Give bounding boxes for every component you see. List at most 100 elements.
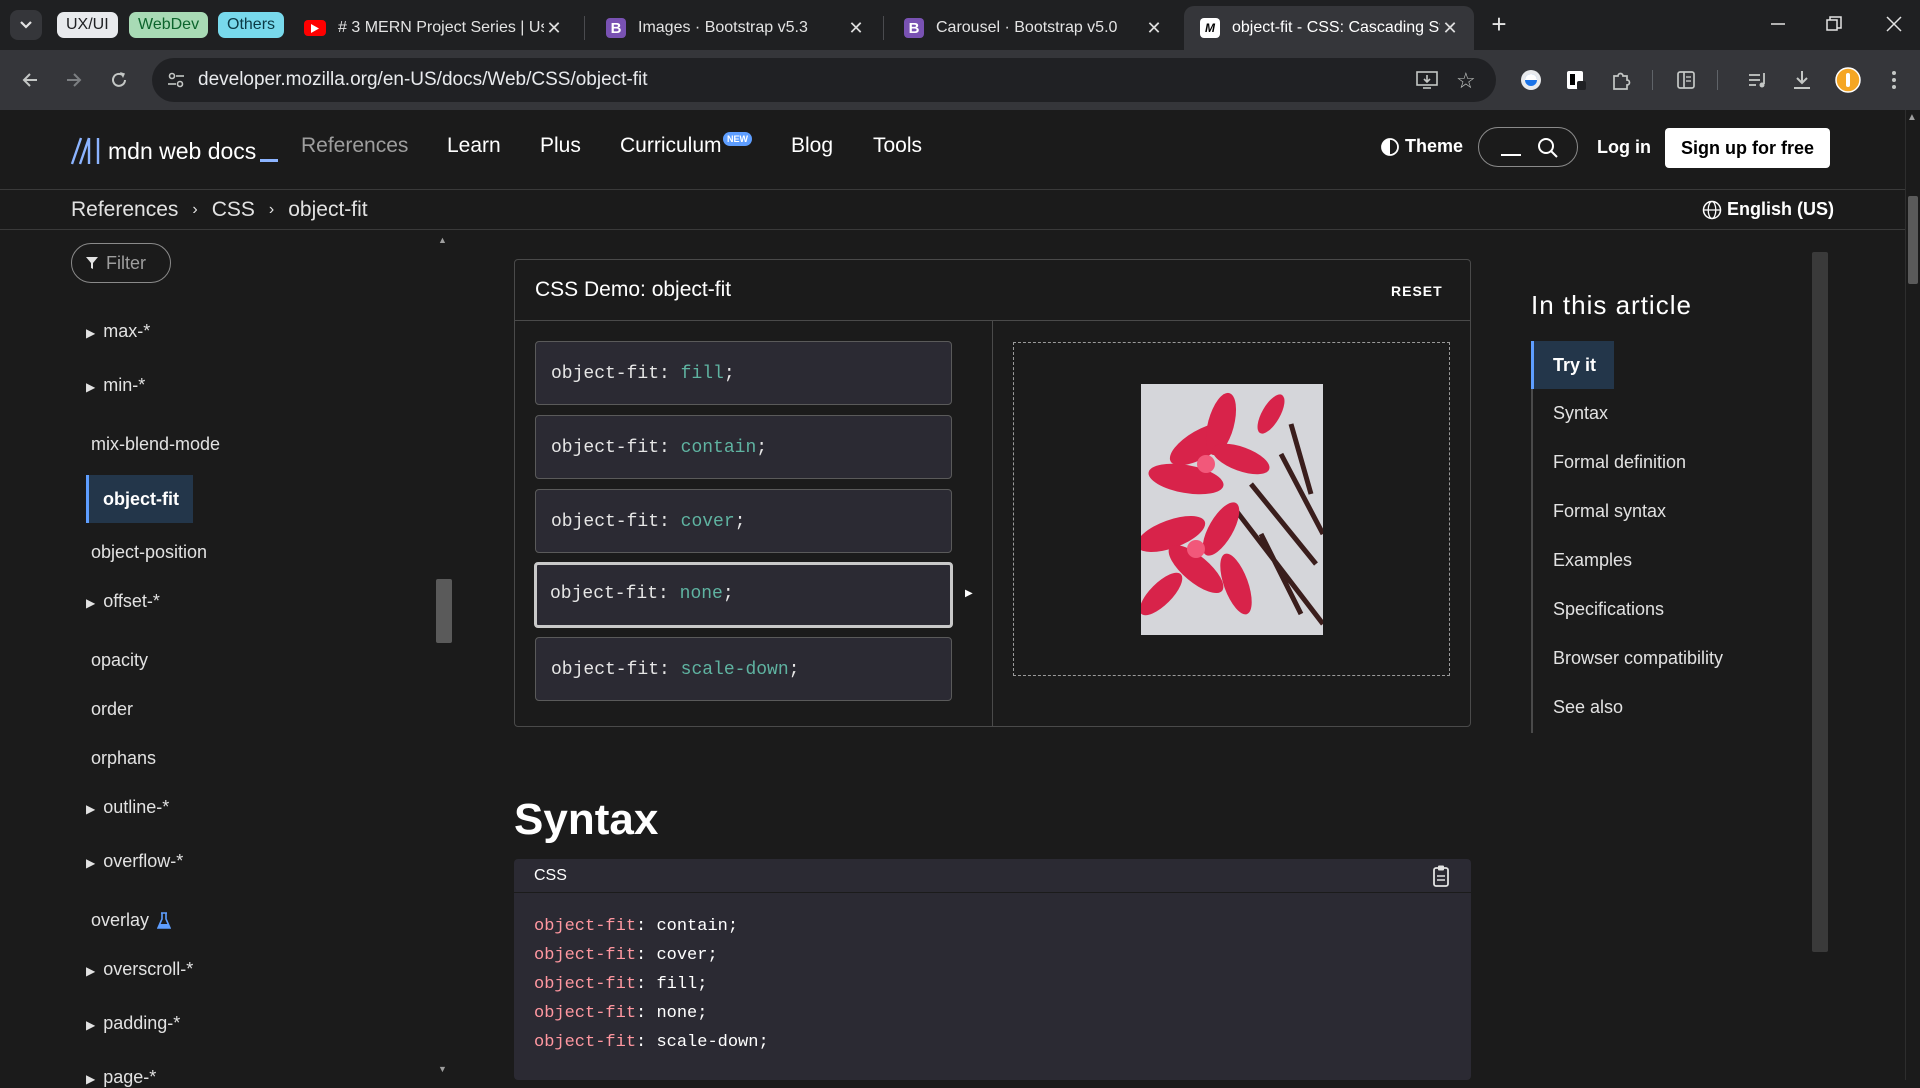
- minimize-button[interactable]: [1768, 14, 1788, 34]
- install-app-icon[interactable]: [1416, 70, 1438, 90]
- sidebar-item-offset[interactable]: ▶ offset-*: [86, 591, 160, 612]
- chevron-down-icon: [20, 21, 32, 29]
- selected-indicator-icon: ▶: [965, 588, 973, 599]
- close-icon[interactable]: ✕: [1440, 18, 1460, 39]
- choice-value: contain: [680, 438, 757, 458]
- toc-item-try-it[interactable]: Try it: [1531, 341, 1614, 389]
- interactive-demo: CSS Demo: object-fit RESET object-fit: f…: [514, 259, 1471, 727]
- nav-blog[interactable]: Blog: [791, 134, 833, 158]
- toc-scrollbar[interactable]: [1812, 252, 1828, 952]
- sidebar-item-opacity[interactable]: opacity: [91, 650, 148, 671]
- sidebar-scroll-up-icon[interactable]: ▲: [438, 235, 447, 245]
- bootstrap-icon: B: [904, 18, 924, 38]
- downloads-icon[interactable]: [1786, 64, 1818, 96]
- tab-bootstrap-carousel[interactable]: B Carousel · Bootstrap v5.0 ✕: [888, 6, 1178, 50]
- breadcrumb-references[interactable]: References: [71, 198, 178, 222]
- sidebar-item-orphans[interactable]: orphans: [91, 748, 156, 769]
- extension-circle-icon[interactable]: [1515, 64, 1547, 96]
- page-scrollbar-thumb[interactable]: [1908, 196, 1918, 284]
- tab-mdn-object-fit[interactable]: M object-fit - CSS: Cascading Style ✕: [1184, 6, 1474, 50]
- search-shortcut: [1501, 154, 1521, 156]
- sidebar-scrollbar-thumb[interactable]: [436, 579, 452, 643]
- reading-list-icon[interactable]: [1670, 64, 1702, 96]
- sidebar-item-padding[interactable]: ▶ padding-*: [86, 1013, 180, 1034]
- close-window-button[interactable]: [1884, 14, 1904, 34]
- close-icon[interactable]: ✕: [846, 18, 866, 39]
- tab-group-others[interactable]: Others: [218, 12, 285, 38]
- sidebar-item-overlay[interactable]: overlay: [91, 910, 172, 931]
- caret-right-icon: ▶: [86, 596, 96, 610]
- tab-bootstrap-images[interactable]: B Images · Bootstrap v5.3 ✕: [590, 6, 880, 50]
- close-icon[interactable]: ✕: [544, 18, 564, 39]
- toc-item-examples[interactable]: Examples: [1553, 550, 1632, 571]
- toc-item-formal-definition[interactable]: Formal definition: [1553, 452, 1686, 473]
- tab-search-button[interactable]: [10, 10, 42, 40]
- language-selector[interactable]: English (US): [1702, 199, 1834, 220]
- nav-tools[interactable]: Tools: [873, 134, 922, 158]
- theme-toggle[interactable]: Theme: [1380, 136, 1463, 157]
- sidebar-item-order[interactable]: order: [91, 699, 133, 720]
- code-line: object-fit: contain;: [534, 917, 739, 936]
- address-bar[interactable]: developer.mozilla.org/en-US/docs/Web/CSS…: [152, 58, 1496, 102]
- toc-item-browser-compatibility[interactable]: Browser compatibility: [1553, 648, 1723, 669]
- back-arrow-icon[interactable]: [14, 64, 46, 96]
- sidebar-item-overflow[interactable]: ▶ overflow-*: [86, 851, 183, 872]
- choice-value: scale-down: [680, 660, 789, 680]
- page-scroll-up-icon[interactable]: ▲: [1907, 112, 1917, 123]
- tab-group-uxui[interactable]: UX/UI: [57, 12, 118, 38]
- login-link[interactable]: Log in: [1597, 137, 1651, 158]
- choice-cover[interactable]: object-fit: cover;: [535, 489, 952, 553]
- choice-contain[interactable]: object-fit: contain;: [535, 415, 952, 479]
- sidebar-item-page[interactable]: ▶ page-*: [86, 1067, 156, 1088]
- nav-references[interactable]: References: [301, 134, 408, 158]
- new-tab-button[interactable]: +: [1484, 10, 1514, 40]
- caret-right-icon: ▶: [86, 802, 96, 816]
- toc-item-see-also[interactable]: See also: [1553, 697, 1623, 718]
- profile-avatar-icon[interactable]: [1832, 64, 1864, 96]
- logo-cursor: [260, 158, 279, 162]
- sidebar-item-object-position[interactable]: object-position: [91, 542, 207, 563]
- nav-learn[interactable]: Learn: [447, 134, 501, 158]
- site-search-button[interactable]: [1478, 127, 1578, 167]
- choice-none-selected[interactable]: object-fit: none;: [534, 562, 953, 628]
- sidebar-scroll-down-icon[interactable]: ▼: [438, 1064, 447, 1074]
- code-property: object-fit: [534, 917, 637, 936]
- extensions-puzzle-icon[interactable]: [1605, 64, 1637, 96]
- toc-item-syntax[interactable]: Syntax: [1553, 403, 1608, 424]
- bookmark-star-icon[interactable]: ☆: [1456, 68, 1476, 94]
- breadcrumb-css[interactable]: CSS: [212, 198, 255, 222]
- filter-input[interactable]: Filter: [71, 243, 171, 283]
- tab-youtube[interactable]: # 3 MERN Project Series | Using ✕: [288, 6, 578, 50]
- tab-group-webdev[interactable]: WebDev: [129, 12, 209, 38]
- signup-button[interactable]: Sign up for free: [1665, 128, 1830, 168]
- choice-fill[interactable]: object-fit: fill;: [535, 341, 952, 405]
- sidebar-item-max[interactable]: ▶ max-*: [86, 321, 150, 342]
- toc-rail: [1531, 341, 1533, 733]
- restore-button[interactable]: [1824, 14, 1844, 34]
- breadcrumb: References › CSS › object-fit English (U…: [0, 190, 1905, 230]
- reset-button[interactable]: RESET: [1391, 283, 1443, 299]
- site-info-icon[interactable]: [166, 70, 186, 90]
- toc-item-specifications[interactable]: Specifications: [1553, 599, 1664, 620]
- sidebar-item-outline[interactable]: ▶ outline-*: [86, 797, 169, 818]
- copy-code-icon[interactable]: [1429, 864, 1451, 888]
- nav-plus[interactable]: Plus: [540, 134, 581, 158]
- mdn-logo[interactable]: mdn web docs: [70, 134, 279, 168]
- code-line: object-fit: fill;: [534, 975, 708, 994]
- mdn-logo-icon: [70, 137, 100, 165]
- sidebar: Filter ▲ ▶ max-* ▶ min-* mix-blend-mode ob…: [0, 231, 460, 1087]
- sidebar-item-mix-blend-mode[interactable]: mix-blend-mode: [91, 434, 220, 455]
- site-header: mdn web docs References Learn Plus Curri…: [0, 110, 1905, 190]
- browser-menu-icon[interactable]: [1878, 64, 1910, 96]
- extension-notion-icon[interactable]: [1560, 64, 1592, 96]
- media-control-icon[interactable]: [1742, 64, 1774, 96]
- close-icon[interactable]: ✕: [1144, 18, 1164, 39]
- sidebar-item-min[interactable]: ▶ min-*: [86, 375, 145, 396]
- forward-arrow-icon[interactable]: [58, 64, 90, 96]
- toc-item-formal-syntax[interactable]: Formal syntax: [1553, 501, 1666, 522]
- choice-scale-down[interactable]: object-fit: scale-down;: [535, 637, 952, 701]
- sidebar-item-object-fit[interactable]: object-fit: [86, 475, 193, 523]
- reload-icon[interactable]: [103, 64, 135, 96]
- sidebar-item-overscroll[interactable]: ▶ overscroll-*: [86, 959, 193, 980]
- nav-curriculum[interactable]: Curriculum: [620, 134, 722, 158]
